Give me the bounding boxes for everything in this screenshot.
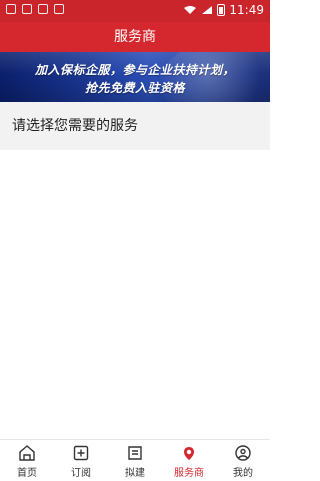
status-time: 11:49 <box>229 3 264 17</box>
image-icon <box>22 4 32 14</box>
service-list-area <box>0 150 270 439</box>
tab-service-provider[interactable]: 服务商 <box>162 440 216 481</box>
profile-icon <box>235 445 251 461</box>
service-provider-icon <box>184 447 194 460</box>
notification-icon <box>6 4 16 14</box>
tab-profile[interactable]: 我的 <box>216 440 270 481</box>
service-prompt: 请选择您需要的服务 <box>0 102 270 150</box>
tab-home[interactable]: 首页 <box>0 440 54 481</box>
status-right: 11:49 <box>183 3 264 17</box>
draft-icon <box>128 446 142 460</box>
battery-icon <box>217 4 226 16</box>
tab-label-subscribe: 订阅 <box>71 468 91 479</box>
tab-subscribe[interactable]: 订阅 <box>54 440 108 481</box>
tab-label-draft: 拟建 <box>125 468 145 479</box>
page-title: 服务商 <box>0 22 270 52</box>
home-icon <box>19 445 35 461</box>
barcode-icon <box>38 4 48 14</box>
tab-draft[interactable]: 拟建 <box>108 440 162 481</box>
tab-label-home: 首页 <box>17 468 37 479</box>
status-left-icons <box>6 4 64 14</box>
tab-label-service-provider: 服务商 <box>174 468 204 479</box>
app-icon <box>54 4 64 14</box>
subscribe-icon <box>73 445 89 461</box>
signal-icon <box>202 6 213 14</box>
banner-text-line1: 加入保标企服，参与企业扶持计划， <box>34 63 235 77</box>
status-bar: 11:49 <box>0 0 270 22</box>
banner-text-line2: 抢先免费入驻资格 <box>84 81 185 95</box>
bottom-tab-bar: 首页 订阅 拟建 服务商 我的 <box>0 439 270 481</box>
tab-label-profile: 我的 <box>233 468 253 479</box>
wifi-icon <box>184 6 197 14</box>
promo-banner[interactable]: 加入保标企服，参与企业扶持计划， 抢先免费入驻资格 <box>0 52 270 102</box>
